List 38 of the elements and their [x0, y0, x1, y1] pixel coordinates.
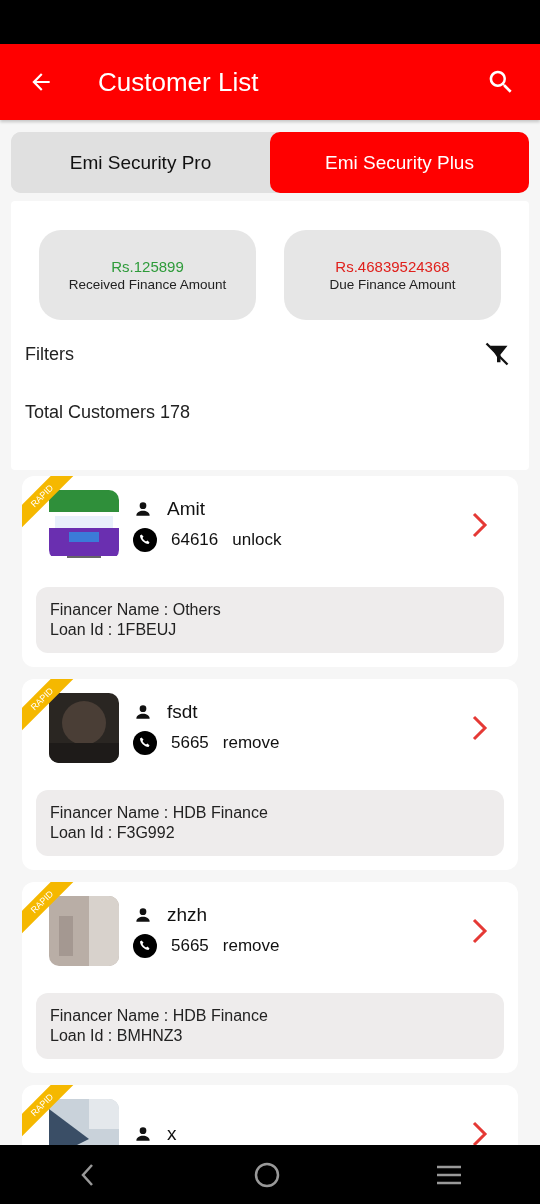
device-status: unlock: [232, 530, 282, 550]
chevron-right-icon[interactable]: [472, 512, 488, 538]
amount-value: Rs.46839524368: [335, 258, 450, 275]
person-icon: [133, 1124, 153, 1144]
phone-icon: [133, 934, 157, 958]
amount-value: Rs.125899: [111, 258, 184, 275]
filters-label: Filters: [25, 343, 74, 365]
loan-id: Loan Id : 1FBEUJ: [50, 620, 178, 640]
home-circle-icon: [254, 1161, 280, 1188]
financer-name: Financer Name : HDB Finance: [50, 803, 269, 823]
chevron-right-icon[interactable]: [472, 715, 488, 741]
financer-name: Financer Name : HDB Finance: [50, 1006, 269, 1026]
loan-id: Loan Id : BMHNZ3: [50, 1026, 184, 1046]
phone-number: 64616: [171, 530, 219, 550]
phone-icon: [133, 528, 157, 552]
customer-name: x: [167, 1123, 177, 1145]
device-status: remove: [222, 936, 280, 956]
tab[interactable]: Emi Security Plus: [270, 132, 529, 193]
amount-label: Received Finance Amount: [68, 277, 227, 292]
phone-icon: [133, 731, 157, 755]
screen-title: Customer List: [98, 66, 260, 98]
person-icon: [133, 905, 153, 925]
person-icon: [133, 499, 153, 519]
customer-name: fsdt: [167, 701, 198, 723]
device-status: remove: [222, 733, 280, 753]
filter-off-icon: [483, 340, 511, 368]
chevron-right-icon[interactable]: [472, 1121, 488, 1145]
customer-name: Amit: [167, 498, 205, 520]
total-customers: Total Customers 178: [25, 402, 191, 422]
menu-icon: [436, 1163, 462, 1186]
chevron-right-icon[interactable]: [472, 918, 488, 944]
financer-name: Financer Name : Others: [50, 600, 222, 620]
customer-name: zhzh: [167, 904, 208, 926]
phone-number: 5665: [171, 936, 209, 956]
person-icon: [133, 702, 153, 722]
phone-number: 5665: [171, 733, 209, 753]
amount-label: Due Finance Amount: [329, 277, 456, 292]
loan-id: Loan Id : F3G992: [50, 823, 176, 843]
